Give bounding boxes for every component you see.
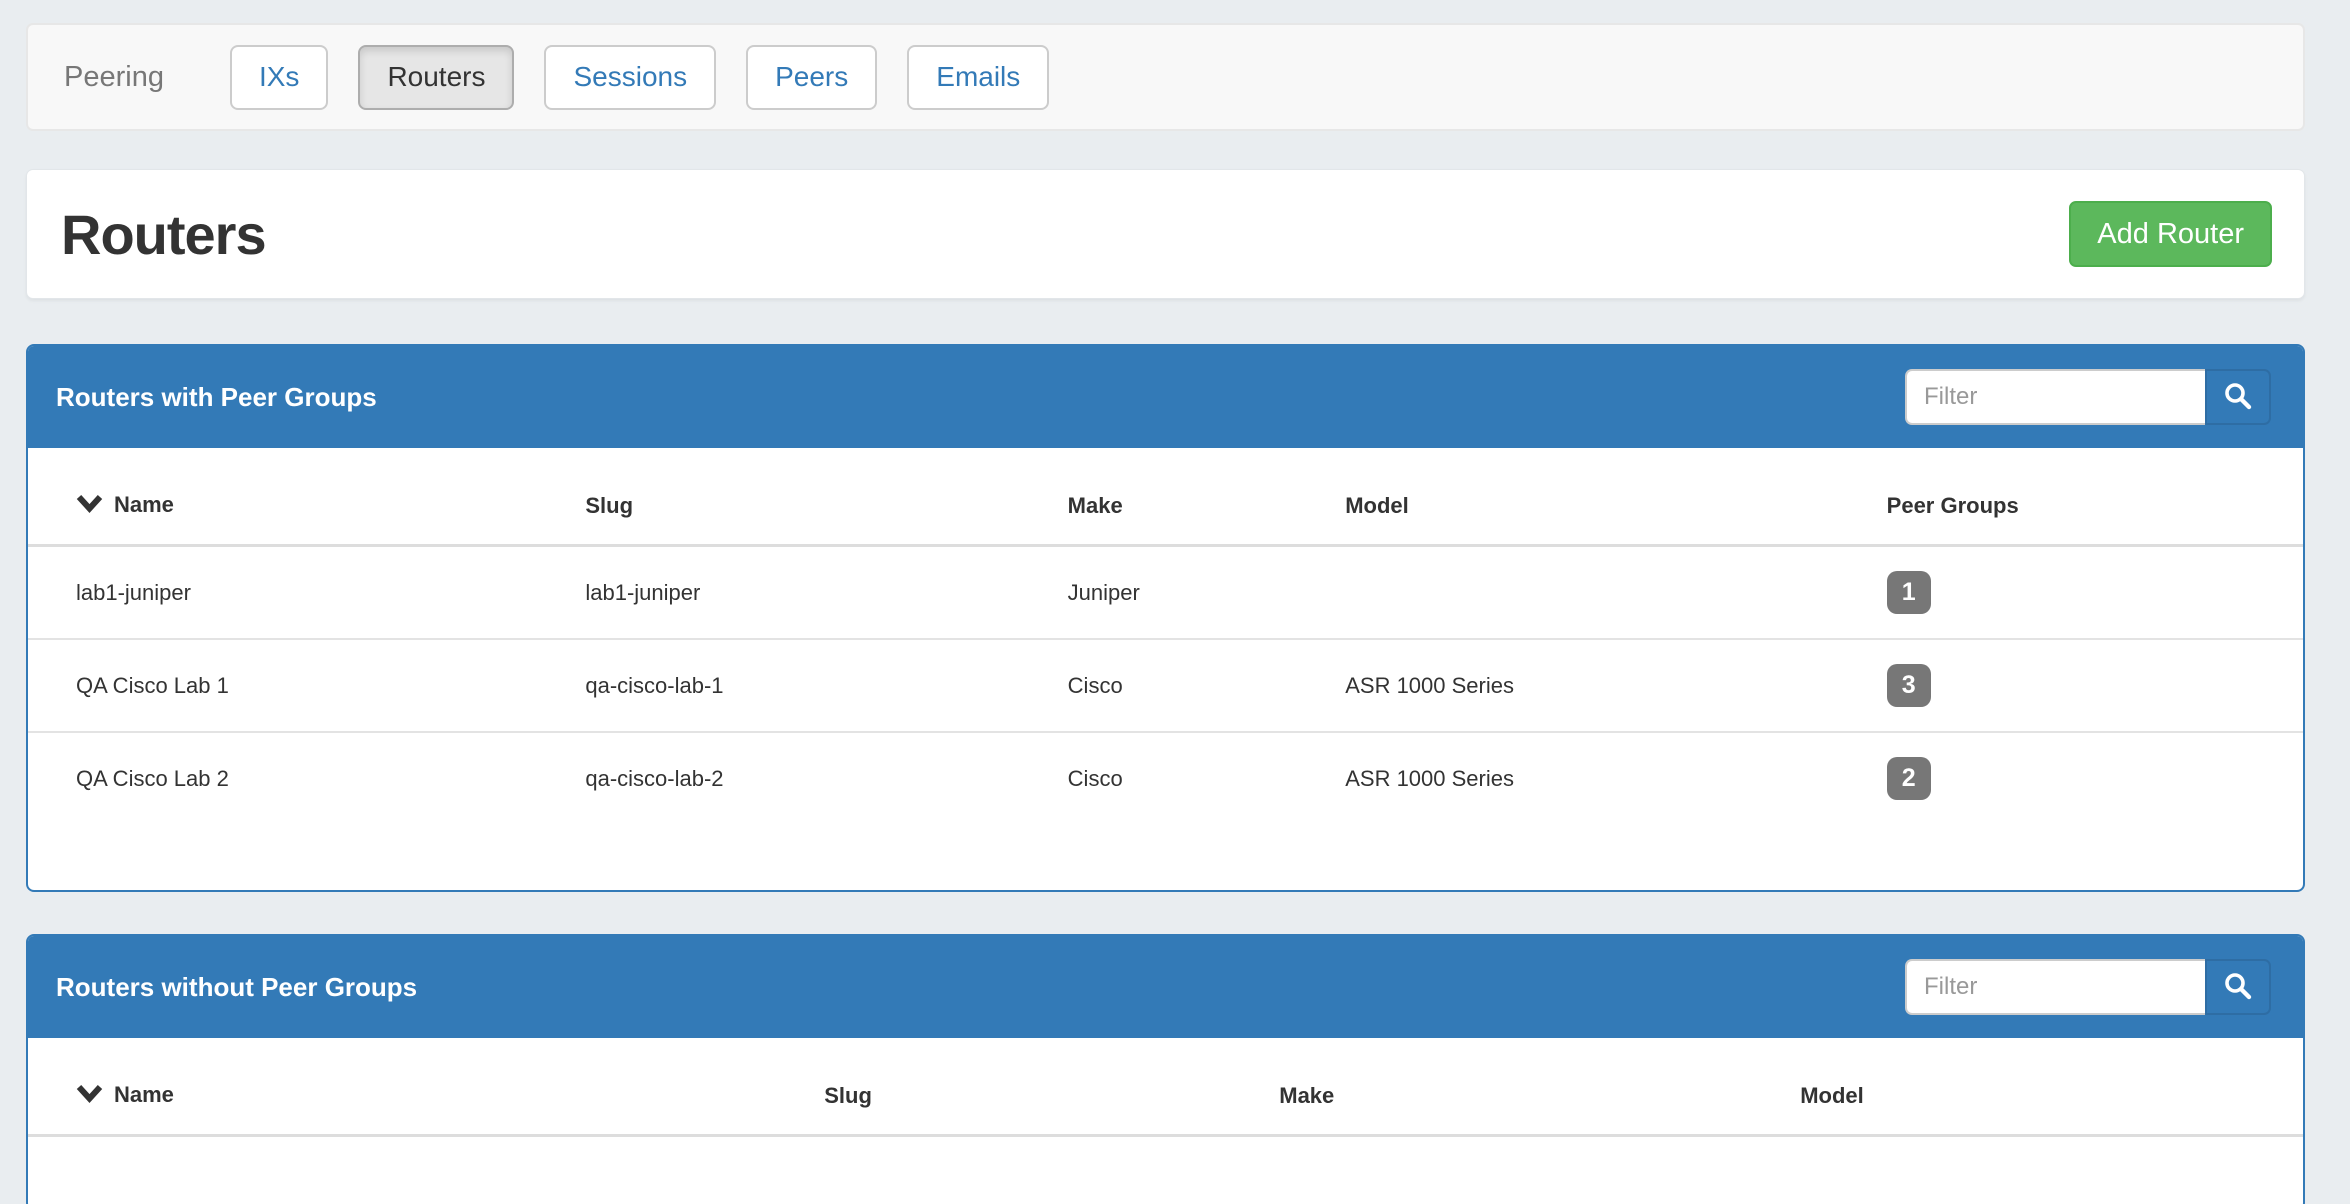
navbar: Peering IXs Routers Sessions Peers Emails [26, 23, 2305, 131]
page-container: Peering IXs Routers Sessions Peers Emails Ro… [26, 23, 2305, 1204]
nav-button-emails[interactable]: Emails [907, 45, 1049, 110]
sort-chevron-down-icon [76, 494, 103, 520]
add-router-button[interactable]: Add Router [2069, 201, 2272, 267]
column-header-model[interactable]: Model [1345, 448, 1886, 546]
column-header-slug[interactable]: Slug [585, 448, 1067, 546]
app-brand: Peering [64, 61, 164, 94]
peer-groups-count-badge: 1 [1887, 571, 1931, 614]
nav-button-sessions[interactable]: Sessions [544, 45, 716, 110]
table-cell: 2 [1887, 732, 2303, 824]
table-container: NameSlugMakeModelPeer Groupslab1-juniper… [28, 448, 2303, 890]
table-cell: Cisco [1068, 732, 1346, 824]
table-cell: QA Cisco Lab 2 [28, 732, 585, 824]
table-cell: 3 [1887, 639, 2303, 732]
panel-heading: Routers with Peer Groups [28, 346, 2303, 448]
table-header-row: NameSlugMakeModel [28, 1038, 2303, 1136]
column-header-name[interactable]: Name [28, 448, 585, 546]
sort-chevron-down-icon [76, 1084, 103, 1110]
filter-input[interactable] [1905, 959, 2205, 1015]
page-title: Routers [61, 202, 266, 267]
table-cell: qa-cisco-lab-2 [585, 732, 1067, 824]
nav-button-ixs[interactable]: IXs [230, 45, 328, 110]
table-row: QA Cisco Lab 2qa-cisco-lab-2CiscoASR 100… [28, 732, 2303, 824]
table-row: QA Cisco Lab 1qa-cisco-lab-1CiscoASR 100… [28, 639, 2303, 732]
peer-groups-count-badge: 3 [1887, 664, 1931, 707]
panel-title: Routers without Peer Groups [56, 972, 417, 1003]
panel-routers-with-peer-groups: Routers with Peer Groups NameSlugMakeMod… [26, 344, 2305, 892]
table-cell: QA Cisco Lab 1 [28, 639, 585, 732]
table-cell: lab1-juniper [28, 546, 585, 640]
filter-group [1905, 369, 2271, 425]
table-cell: lab1-juniper [585, 546, 1067, 640]
table-cell [1345, 546, 1886, 640]
column-header-slug[interactable]: Slug [824, 1038, 1279, 1136]
table-header-row: NameSlugMakeModelPeer Groups [28, 448, 2303, 546]
column-header-make[interactable]: Make [1068, 448, 1346, 546]
routers-without-peer-groups-table: NameSlugMakeModel [28, 1038, 2303, 1137]
table-cell: 1 [1887, 546, 2303, 640]
nav-button-routers[interactable]: Routers [358, 45, 514, 110]
table-cell: Juniper [1068, 546, 1346, 640]
search-button[interactable] [2205, 959, 2271, 1015]
column-header-peer-groups[interactable]: Peer Groups [1887, 448, 2303, 546]
table-cell: ASR 1000 Series [1345, 639, 1886, 732]
table-container: NameSlugMakeModel [28, 1038, 2303, 1204]
column-header-name[interactable]: Name [28, 1038, 824, 1136]
filter-input[interactable] [1905, 369, 2205, 425]
search-icon [2223, 971, 2253, 1004]
table-cell: Cisco [1068, 639, 1346, 732]
search-icon [2223, 381, 2253, 414]
column-header-model[interactable]: Model [1800, 1038, 2303, 1136]
peer-groups-count-badge: 2 [1887, 757, 1931, 800]
nav-buttons: IXs Routers Sessions Peers Emails [230, 45, 1049, 110]
filter-group [1905, 959, 2271, 1015]
column-header-make[interactable]: Make [1279, 1038, 1800, 1136]
table-cell: ASR 1000 Series [1345, 732, 1886, 824]
page-header-panel: Routers Add Router [26, 169, 2305, 299]
panel-routers-without-peer-groups: Routers without Peer Groups NameSlugMake… [26, 934, 2305, 1204]
nav-button-peers[interactable]: Peers [746, 45, 877, 110]
panel-title: Routers with Peer Groups [56, 382, 377, 413]
search-button[interactable] [2205, 369, 2271, 425]
routers-with-peer-groups-table: NameSlugMakeModelPeer Groupslab1-juniper… [28, 448, 2303, 824]
table-cell: qa-cisco-lab-1 [585, 639, 1067, 732]
panel-heading: Routers without Peer Groups [28, 936, 2303, 1038]
table-row: lab1-juniperlab1-juniperJuniper1 [28, 546, 2303, 640]
